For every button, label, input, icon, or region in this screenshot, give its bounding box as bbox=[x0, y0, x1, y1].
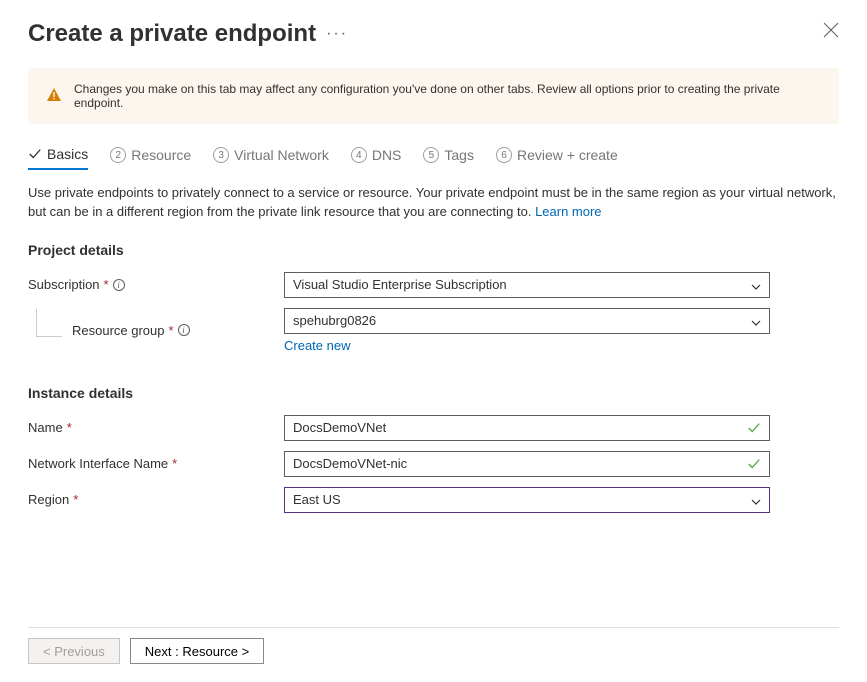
nic-name-input[interactable]: DocsDemoVNet-nic bbox=[284, 451, 770, 477]
tab-resource[interactable]: 2 Resource bbox=[110, 146, 191, 170]
close-button[interactable] bbox=[823, 22, 839, 38]
required-indicator: * bbox=[172, 456, 177, 471]
tab-label: DNS bbox=[372, 147, 402, 163]
resource-group-value: spehubrg0826 bbox=[293, 313, 376, 328]
name-input[interactable]: DocsDemoVNet bbox=[284, 415, 770, 441]
checkmark-icon bbox=[28, 147, 42, 161]
check-icon bbox=[747, 457, 761, 471]
warning-text: Changes you make on this tab may affect … bbox=[74, 82, 821, 110]
step-number: 3 bbox=[213, 147, 229, 163]
tab-basics[interactable]: Basics bbox=[28, 146, 88, 170]
section-instance-details: Instance details bbox=[28, 385, 839, 401]
name-value: DocsDemoVNet bbox=[293, 420, 386, 435]
tab-label: Review + create bbox=[517, 147, 618, 163]
name-label: Name bbox=[28, 420, 63, 435]
chevron-down-icon bbox=[751, 316, 761, 326]
required-indicator: * bbox=[73, 492, 78, 507]
next-button[interactable]: Next : Resource > bbox=[130, 638, 264, 664]
required-indicator: * bbox=[67, 420, 72, 435]
info-icon[interactable]: i bbox=[113, 279, 125, 291]
create-new-link[interactable]: Create new bbox=[284, 338, 350, 353]
tab-label: Basics bbox=[47, 146, 88, 162]
more-actions[interactable]: ··· bbox=[326, 25, 348, 43]
info-icon[interactable]: i bbox=[178, 324, 190, 336]
wizard-tabs: Basics 2 Resource 3 Virtual Network 4 DN… bbox=[28, 146, 839, 170]
required-indicator: * bbox=[169, 323, 174, 338]
chevron-down-icon bbox=[751, 495, 761, 505]
nic-name-value: DocsDemoVNet-nic bbox=[293, 456, 407, 471]
tab-label: Virtual Network bbox=[234, 147, 329, 163]
subscription-label: Subscription bbox=[28, 277, 100, 292]
tab-tags[interactable]: 5 Tags bbox=[423, 146, 474, 170]
tab-label: Resource bbox=[131, 147, 191, 163]
warning-banner: Changes you make on this tab may affect … bbox=[28, 68, 839, 124]
resource-group-label: Resource group bbox=[72, 323, 165, 338]
subscription-value: Visual Studio Enterprise Subscription bbox=[293, 277, 507, 292]
section-project-details: Project details bbox=[28, 242, 839, 258]
close-icon bbox=[823, 26, 839, 41]
description-text: Use private endpoints to privately conne… bbox=[28, 184, 839, 222]
footer-divider bbox=[28, 627, 839, 628]
tab-review-create[interactable]: 6 Review + create bbox=[496, 146, 618, 170]
step-number: 5 bbox=[423, 147, 439, 163]
tab-virtual-network[interactable]: 3 Virtual Network bbox=[213, 146, 329, 170]
step-number: 4 bbox=[351, 147, 367, 163]
region-value: East US bbox=[293, 492, 341, 507]
subscription-select[interactable]: Visual Studio Enterprise Subscription bbox=[284, 272, 770, 298]
nic-name-label: Network Interface Name bbox=[28, 456, 168, 471]
previous-button: < Previous bbox=[28, 638, 120, 664]
resource-group-select[interactable]: spehubrg0826 bbox=[284, 308, 770, 334]
step-number: 2 bbox=[110, 147, 126, 163]
tab-dns[interactable]: 4 DNS bbox=[351, 146, 402, 170]
region-label: Region bbox=[28, 492, 69, 507]
step-number: 6 bbox=[496, 147, 512, 163]
required-indicator: * bbox=[104, 277, 109, 292]
page-title: Create a private endpoint bbox=[28, 20, 316, 48]
warning-icon bbox=[46, 87, 62, 106]
check-icon bbox=[747, 421, 761, 435]
learn-more-link[interactable]: Learn more bbox=[535, 204, 601, 219]
tab-label: Tags bbox=[444, 147, 474, 163]
region-select[interactable]: East US bbox=[284, 487, 770, 513]
indent-line bbox=[36, 309, 62, 337]
chevron-down-icon bbox=[751, 280, 761, 290]
